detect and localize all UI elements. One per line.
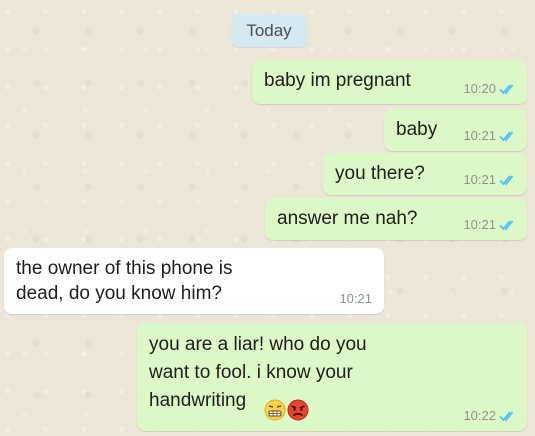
- message-text: baby: [396, 119, 438, 140]
- message-bubble-outgoing[interactable]: you are a liar! who do you want to fool.…: [137, 323, 527, 431]
- date-separator: Today: [231, 14, 307, 47]
- message-text: the owner of this phone is dead, do you …: [16, 258, 233, 304]
- message-bubble-outgoing[interactable]: baby 10:21: [384, 109, 527, 151]
- message-time: 10:21: [339, 291, 372, 306]
- message-meta: 10:22: [463, 409, 517, 423]
- double-check-icon: [499, 411, 514, 422]
- double-check-icon: [499, 131, 514, 142]
- message-time: 10:22: [463, 408, 496, 423]
- message-meta: 10:21: [463, 218, 517, 232]
- message-time: 10:20: [463, 81, 496, 96]
- message-meta: 10:21: [463, 129, 517, 143]
- message-time: 10:21: [463, 172, 496, 187]
- message-bubble-incoming[interactable]: the owner of this phone is dead, do you …: [4, 248, 384, 314]
- message-time: 10:21: [463, 128, 496, 143]
- grimacing-face-icon: [264, 399, 286, 421]
- message-bubble-outgoing[interactable]: answer me nah? 10:21: [265, 198, 527, 240]
- message-text: you there?: [335, 163, 425, 184]
- message-text: baby im pregnant: [264, 70, 411, 91]
- message-time: 10:21: [463, 217, 496, 232]
- message-bubble-outgoing[interactable]: baby im pregnant 10:20: [252, 60, 527, 104]
- message-bubble-outgoing[interactable]: you there? 10:21: [323, 153, 527, 195]
- message-meta: 10:20: [463, 82, 517, 96]
- message-text: you are a liar! who do you want to fool.…: [149, 334, 367, 411]
- message-text: answer me nah?: [277, 208, 418, 229]
- double-check-icon: [499, 175, 514, 186]
- angry-face-icon: [287, 399, 309, 421]
- double-check-icon: [499, 220, 514, 231]
- message-meta: 10:21: [339, 292, 372, 306]
- double-check-icon: [499, 84, 514, 95]
- chat-panel: Today baby im pregnant 10:20 baby 10:21 …: [0, 0, 535, 436]
- message-meta: 10:21: [463, 173, 517, 187]
